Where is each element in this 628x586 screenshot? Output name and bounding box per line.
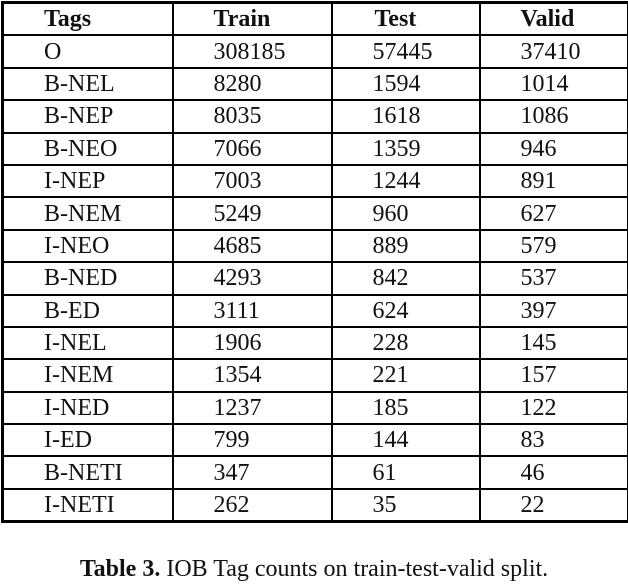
- valid-cell: 122: [478, 390, 628, 426]
- test-cell: 842: [330, 261, 481, 296]
- caption-text: IOB Tag counts on train-test-valid split…: [160, 556, 549, 582]
- train-cell: 8280: [171, 66, 333, 102]
- tag-cell: B-NEL: [1, 66, 174, 102]
- test-cell: 1618: [330, 99, 481, 134]
- table-row: B-NED 4293 842 537: [1, 261, 628, 296]
- tag-cell: I-NED: [1, 390, 174, 426]
- valid-cell: 145: [478, 325, 628, 361]
- table-row: I-NEL 1906 228 145: [1, 325, 628, 361]
- table-row: B-NEO 7066 1359 946: [1, 131, 628, 166]
- table-row: I-ED 799 144 83: [1, 423, 628, 458]
- tag-cell: I-NEM: [1, 358, 174, 393]
- header-train: Train: [171, 1, 333, 37]
- table-row: I-NEM 1354 221 157: [1, 358, 628, 393]
- test-cell: 144: [330, 423, 481, 458]
- train-cell: 7003: [171, 163, 333, 199]
- table-row: I-NED 1237 185 122: [1, 390, 628, 426]
- table-row: B-NEP 8035 1618 1086: [1, 99, 628, 134]
- train-cell: 4685: [171, 228, 333, 264]
- train-cell: 1354: [171, 358, 333, 393]
- table-row: I-NEO 4685 889 579: [1, 228, 628, 264]
- valid-cell: 946: [478, 131, 628, 166]
- test-cell: 61: [330, 455, 481, 490]
- train-cell: 347: [171, 455, 333, 490]
- train-cell: 1237: [171, 390, 333, 426]
- tag-cell: I-NEO: [1, 228, 174, 264]
- test-cell: 1594: [330, 66, 481, 102]
- valid-cell: 397: [478, 293, 628, 328]
- tag-cell: B-ED: [1, 293, 174, 328]
- header-test: Test: [330, 1, 481, 37]
- test-cell: 624: [330, 293, 481, 328]
- test-cell: 960: [330, 196, 481, 231]
- test-cell: 185: [330, 390, 481, 426]
- valid-cell: 1086: [478, 99, 628, 134]
- table-row: B-ED 3111 624 397: [1, 293, 628, 328]
- train-cell: 308185: [171, 34, 333, 69]
- valid-cell: 579: [478, 228, 628, 264]
- train-cell: 4293: [171, 261, 333, 296]
- tag-cell: B-NEP: [1, 99, 174, 134]
- valid-cell: 1014: [478, 66, 628, 102]
- header-tags: Tags: [1, 1, 174, 37]
- header-valid: Valid: [478, 1, 628, 37]
- table-row: B-NEL 8280 1594 1014: [1, 66, 628, 102]
- header-row: Tags Train Test Valid: [1, 1, 628, 37]
- table-caption: Table 3. IOB Tag counts on train-test-va…: [0, 554, 628, 584]
- tag-cell: I-ED: [1, 423, 174, 458]
- test-cell: 228: [330, 325, 481, 361]
- test-cell: 35: [330, 487, 481, 523]
- iob-tag-counts-table: Tags Train Test Valid O 308185 57445 37410 B…: [1, 1, 628, 524]
- table-row: I-NEP 7003 1244 891: [1, 163, 628, 199]
- tag-cell: I-NETI: [1, 487, 174, 523]
- valid-cell: 891: [478, 163, 628, 199]
- train-cell: 1906: [171, 325, 333, 361]
- train-cell: 799: [171, 423, 333, 458]
- train-cell: 8035: [171, 99, 333, 134]
- train-cell: 3111: [171, 293, 333, 328]
- tag-cell: B-NEO: [1, 131, 174, 166]
- caption-label: Table 3.: [79, 556, 161, 582]
- table-row: B-NETI 347 61 46: [1, 455, 628, 490]
- tag-cell: B-NED: [1, 261, 174, 296]
- valid-cell: 627: [478, 196, 628, 231]
- table-row: B-NEM 5249 960 627: [1, 196, 628, 231]
- test-cell: 1359: [330, 131, 481, 166]
- valid-cell: 46: [478, 455, 628, 490]
- tag-cell: I-NEP: [1, 163, 174, 199]
- tag-cell: B-NEM: [1, 196, 174, 231]
- valid-cell: 537: [478, 261, 628, 296]
- train-cell: 262: [171, 487, 333, 523]
- tag-cell: B-NETI: [1, 455, 174, 490]
- tag-cell: I-NEL: [1, 325, 174, 361]
- test-cell: 889: [330, 228, 481, 264]
- valid-cell: 22: [478, 487, 628, 523]
- tag-cell: O: [1, 34, 174, 69]
- test-cell: 1244: [330, 163, 481, 199]
- valid-cell: 83: [478, 423, 628, 458]
- test-cell: 221: [330, 358, 481, 393]
- valid-cell: 157: [478, 358, 628, 393]
- table-row: I-NETI 262 35 22: [1, 487, 628, 523]
- table-row: O 308185 57445 37410: [1, 34, 628, 69]
- valid-cell: 37410: [478, 34, 628, 69]
- test-cell: 57445: [330, 34, 481, 69]
- train-cell: 7066: [171, 131, 333, 166]
- train-cell: 5249: [171, 196, 333, 231]
